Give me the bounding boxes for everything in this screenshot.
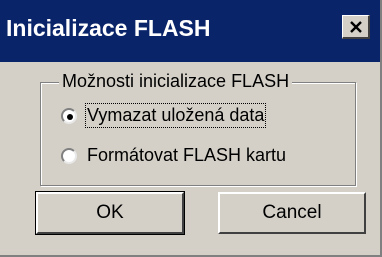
init-options-group: Možnosti inicializace FLASH Vymazat ulož… [40, 71, 356, 186]
group-legend: Možnosti inicializace FLASH [59, 71, 293, 92]
option-format-card-label: Formátovat FLASH kartu [87, 145, 287, 165]
close-icon [349, 20, 362, 33]
close-button[interactable] [342, 15, 370, 39]
radio-format-card[interactable] [61, 147, 77, 164]
flash-init-dialog: Inicializace FLASH Možnosti inicializace… [0, 0, 382, 257]
option-erase-data[interactable]: Vymazat uložená data [61, 103, 267, 128]
radio-erase-data[interactable] [61, 107, 77, 124]
ok-button[interactable]: OK [35, 191, 185, 235]
option-erase-data-label: Vymazat uložená data [84, 103, 267, 128]
cancel-button[interactable]: Cancel [218, 192, 366, 234]
option-format-card[interactable]: Formátovat FLASH kartu [61, 145, 286, 166]
window-title: Inicializace FLASH [6, 15, 211, 41]
title-bar[interactable]: Inicializace FLASH [0, 0, 380, 62]
